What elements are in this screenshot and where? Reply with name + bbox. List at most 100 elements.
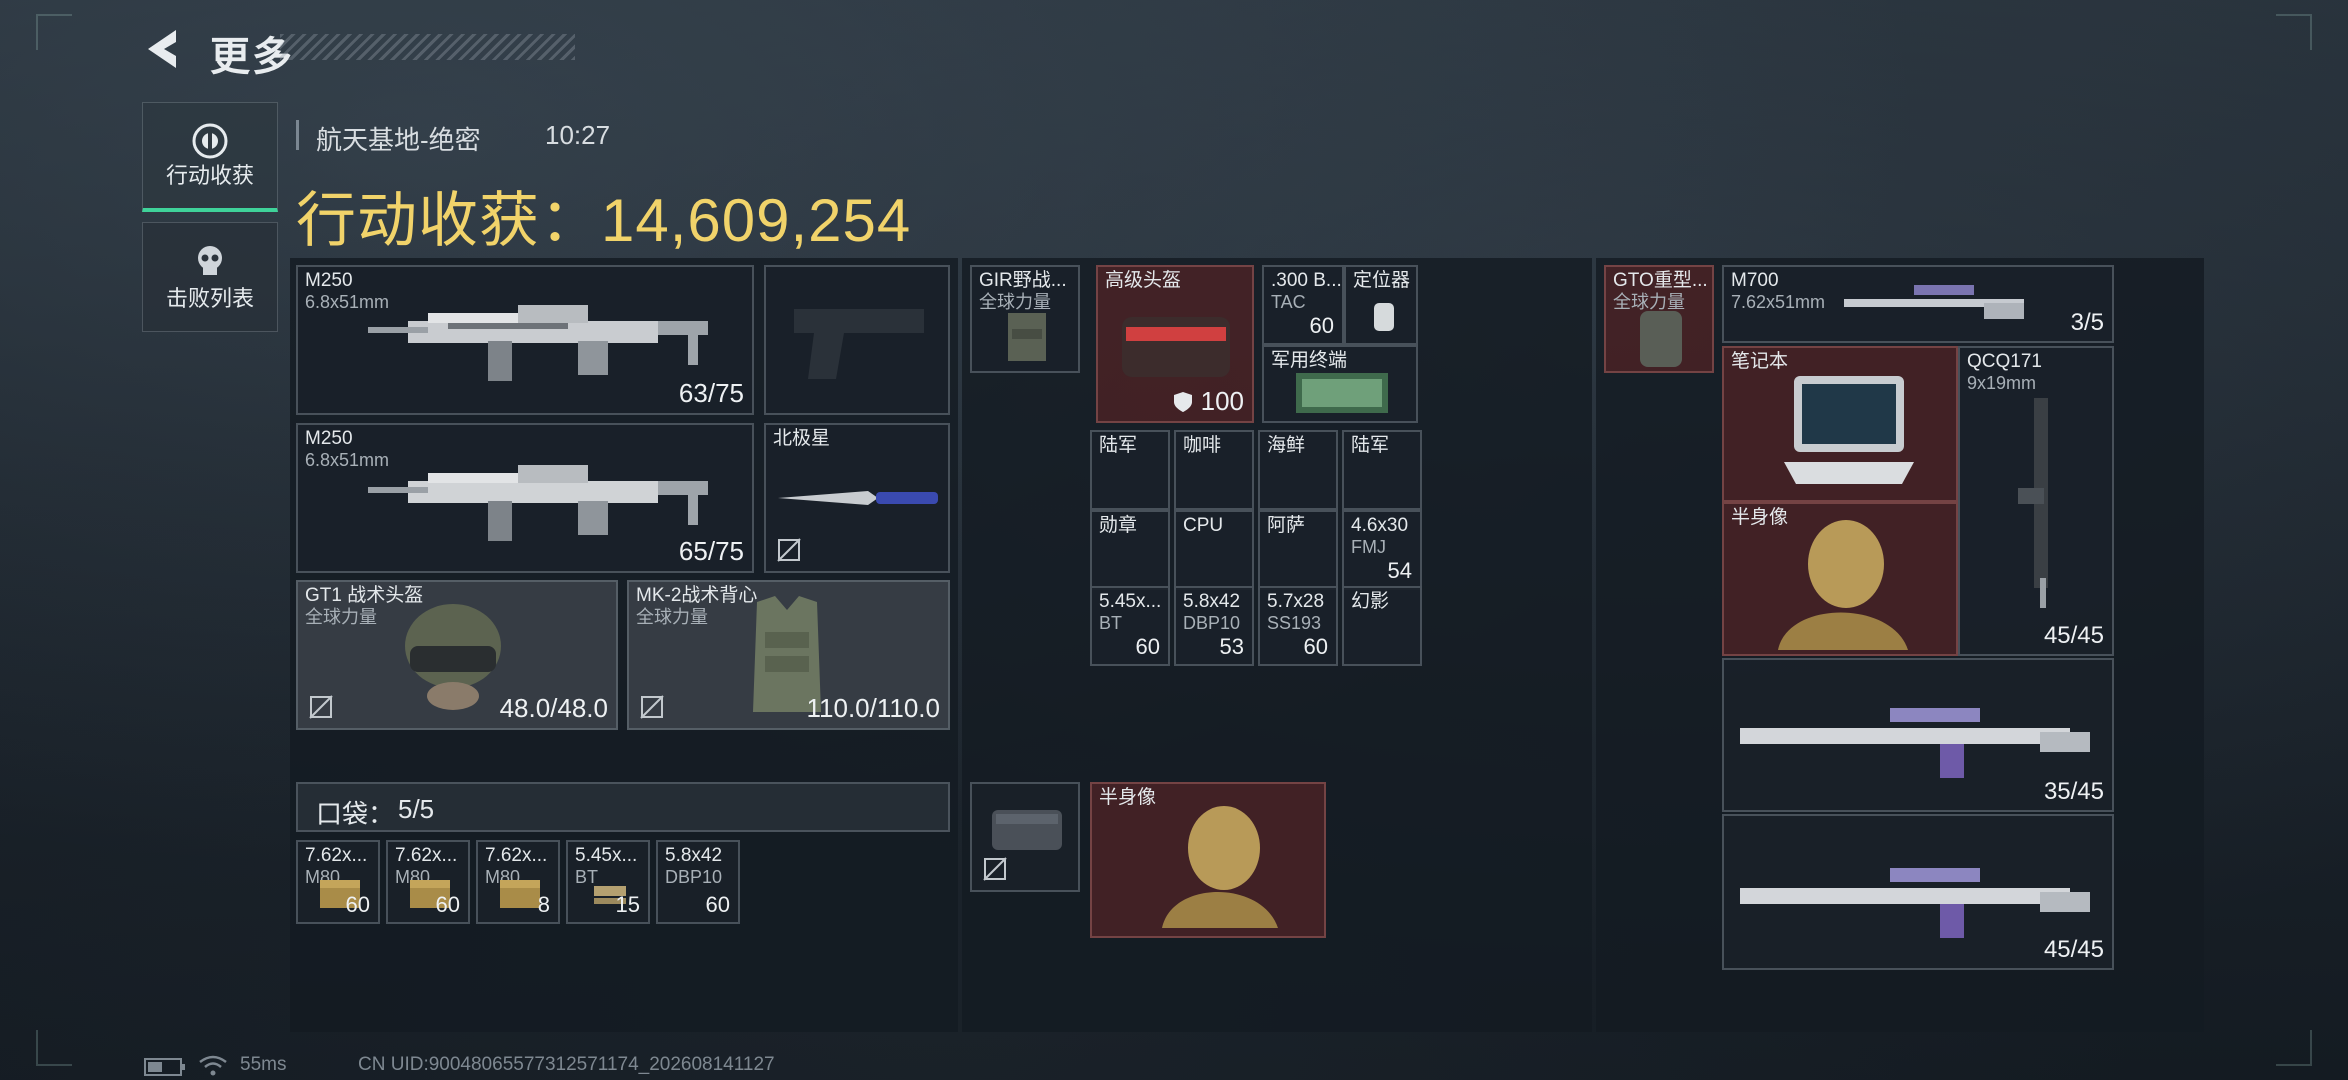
tab-kills-label: 击败列表 [165,286,254,311]
safe-box-icon [992,810,1062,850]
backpack-item-bust[interactable]: 半身像 [1722,502,1958,656]
rig-item[interactable]: 幻影 [1342,586,1422,666]
item-count: 54 [1387,558,1412,583]
backpack-item-smg[interactable]: QCQ171 9x19mm 45/45 [1958,346,2114,656]
ping-value: 55ms [240,1054,287,1075]
item-name: 5.8x42 [665,845,723,866]
battery-icon [144,1058,185,1076]
sniper-rifle-icon [1844,285,2024,319]
item-sub: DBP10 [1183,613,1241,633]
rig-item[interactable]: 陆军 [1342,430,1422,510]
no-insurance-icon [777,538,801,562]
rig-item[interactable]: 5.7x28 SS193 60 [1258,586,1338,666]
pocket-header: 口袋： 5/5 [296,782,950,832]
assault-rifle-icon [1740,708,2090,778]
backpack-item-rifle-3[interactable]: 45/45 [1722,814,2114,970]
item-name: CPU [1183,515,1224,536]
item-name: 5.45x... [575,845,638,866]
item-name: 7.62x... [485,845,548,866]
tab-kills[interactable]: 击败列表 [142,222,278,332]
armor-brand: 全球力量 [636,607,708,627]
item-name: 5.7x28 [1267,591,1325,612]
loot-icon [192,123,228,159]
item-count-value: 100 [1200,386,1244,416]
chevron-left-icon [148,30,176,68]
terminal-icon [1296,373,1388,413]
rig-item[interactable]: 勋章 [1090,510,1170,590]
divider [296,120,299,150]
backpack-slot[interactable]: GTO重型... 全球力量 [1604,265,1714,373]
item-sub: DBP10 [665,867,723,887]
knife-icon [778,491,938,505]
pistol-icon [794,309,924,379]
backpack-item-laptop[interactable]: 笔记本 [1722,346,1958,502]
item-count: 100 [1173,386,1244,417]
helmet-brand: 全球力量 [305,607,377,627]
loot-total: 行动收获：14,609,254 [296,187,912,254]
pocket-item[interactable]: 7.62x... M80 60 [386,840,470,924]
bust-icon [1778,520,1908,650]
melee-slot[interactable]: 北极星 [764,423,950,573]
ammo-count: 3/5 [2070,309,2104,336]
item-name: 阿萨 [1267,515,1306,536]
armor-durability: 110.0/110.0 [806,693,941,723]
frame-corner [36,1030,72,1066]
helmet-slot[interactable]: GT1 战术头盔 全球力量 48.0/48.0 [296,580,618,730]
pocket-count: 5/5 [398,794,435,824]
rig-item-helmet[interactable]: 高级头盔 100 [1096,265,1254,423]
rig-item[interactable]: 阿萨 [1258,510,1338,590]
pocket-item[interactable]: 7.62x... M80 8 [476,840,560,924]
primary-weapon-slot-2[interactable]: M250 6.8x51mm 65/75 [296,423,754,573]
shield-icon [1174,392,1193,412]
user-uid: CN UID:90048065577312571174_202608141127 [358,1054,775,1075]
rig-item[interactable]: .300 B... TAC 60 [1262,265,1344,345]
rig-item[interactable]: 陆军 [1090,430,1170,510]
rig-item[interactable]: CPU [1174,510,1254,590]
helmet-icon [405,604,501,710]
no-insurance-icon [640,695,664,719]
item-sub: BT [1099,613,1123,633]
bag-name: GTO重型... [1613,270,1708,291]
rig-item[interactable]: 海鲜 [1258,430,1338,510]
chest-rig-slot[interactable]: GIR野战... 全球力量 [970,265,1080,373]
no-insurance-icon [309,695,333,719]
rig-item[interactable]: 军用终端 [1262,345,1418,423]
item-name: 5.8x42 [1183,591,1241,612]
rig-item[interactable]: 定位器 [1344,265,1418,345]
rig-item[interactable]: 4.6x30 FMJ 54 [1342,510,1422,590]
pocket-item[interactable]: 7.62x... M80 60 [296,840,380,924]
item-sub: SS193 [1267,613,1322,633]
rig-item[interactable]: 咖啡 [1174,430,1254,510]
map-name: 航天基地-绝密 [316,125,481,155]
armor-slot[interactable]: MK-2战术背心 全球力量 110.0/110.0 [627,580,950,730]
tab-loot[interactable]: 行动收获 [142,102,278,212]
backpack-icon [1640,311,1682,367]
pocket-item[interactable]: 5.45x... BT 15 [566,840,650,924]
safe-box-item[interactable]: 半身像 [1090,782,1326,938]
case-icon [1122,317,1230,377]
item-count: 60 [1303,634,1328,659]
item-name: 7.62x... [395,845,458,866]
armor-name: MK-2战术背心 [636,585,758,606]
primary-weapon-slot-1[interactable]: M250 6.8x51mm 63/75 [296,265,754,415]
wifi-icon [199,1055,227,1076]
rig-item[interactable]: 5.45x... BT 60 [1090,586,1170,666]
smg-icon [2018,398,2048,608]
skull-icon [198,246,222,275]
item-count: 60 [1309,313,1334,338]
tab-loot-label: 行动收获 [165,163,254,188]
rig-item[interactable]: 5.8x42 DBP10 53 [1174,586,1254,666]
item-count: 60 [705,892,730,917]
backpack-item-rifle[interactable]: M700 7.62x51mm 3/5 [1722,265,2114,343]
safe-box-slot[interactable] [970,782,1080,892]
item-count: 60 [435,892,460,917]
item-sub: FMJ [1351,537,1386,557]
back-button[interactable] [140,24,190,74]
bust-icon [1162,806,1278,928]
item-name: 高级头盔 [1105,270,1182,291]
pocket-item[interactable]: 5.8x42 DBP10 60 [656,840,740,924]
item-name: 陆军 [1099,435,1138,456]
backpack-item-rifle-2[interactable]: 35/45 [1722,658,2114,812]
frame-corner [36,14,72,50]
pistol-slot-empty[interactable] [764,265,950,415]
